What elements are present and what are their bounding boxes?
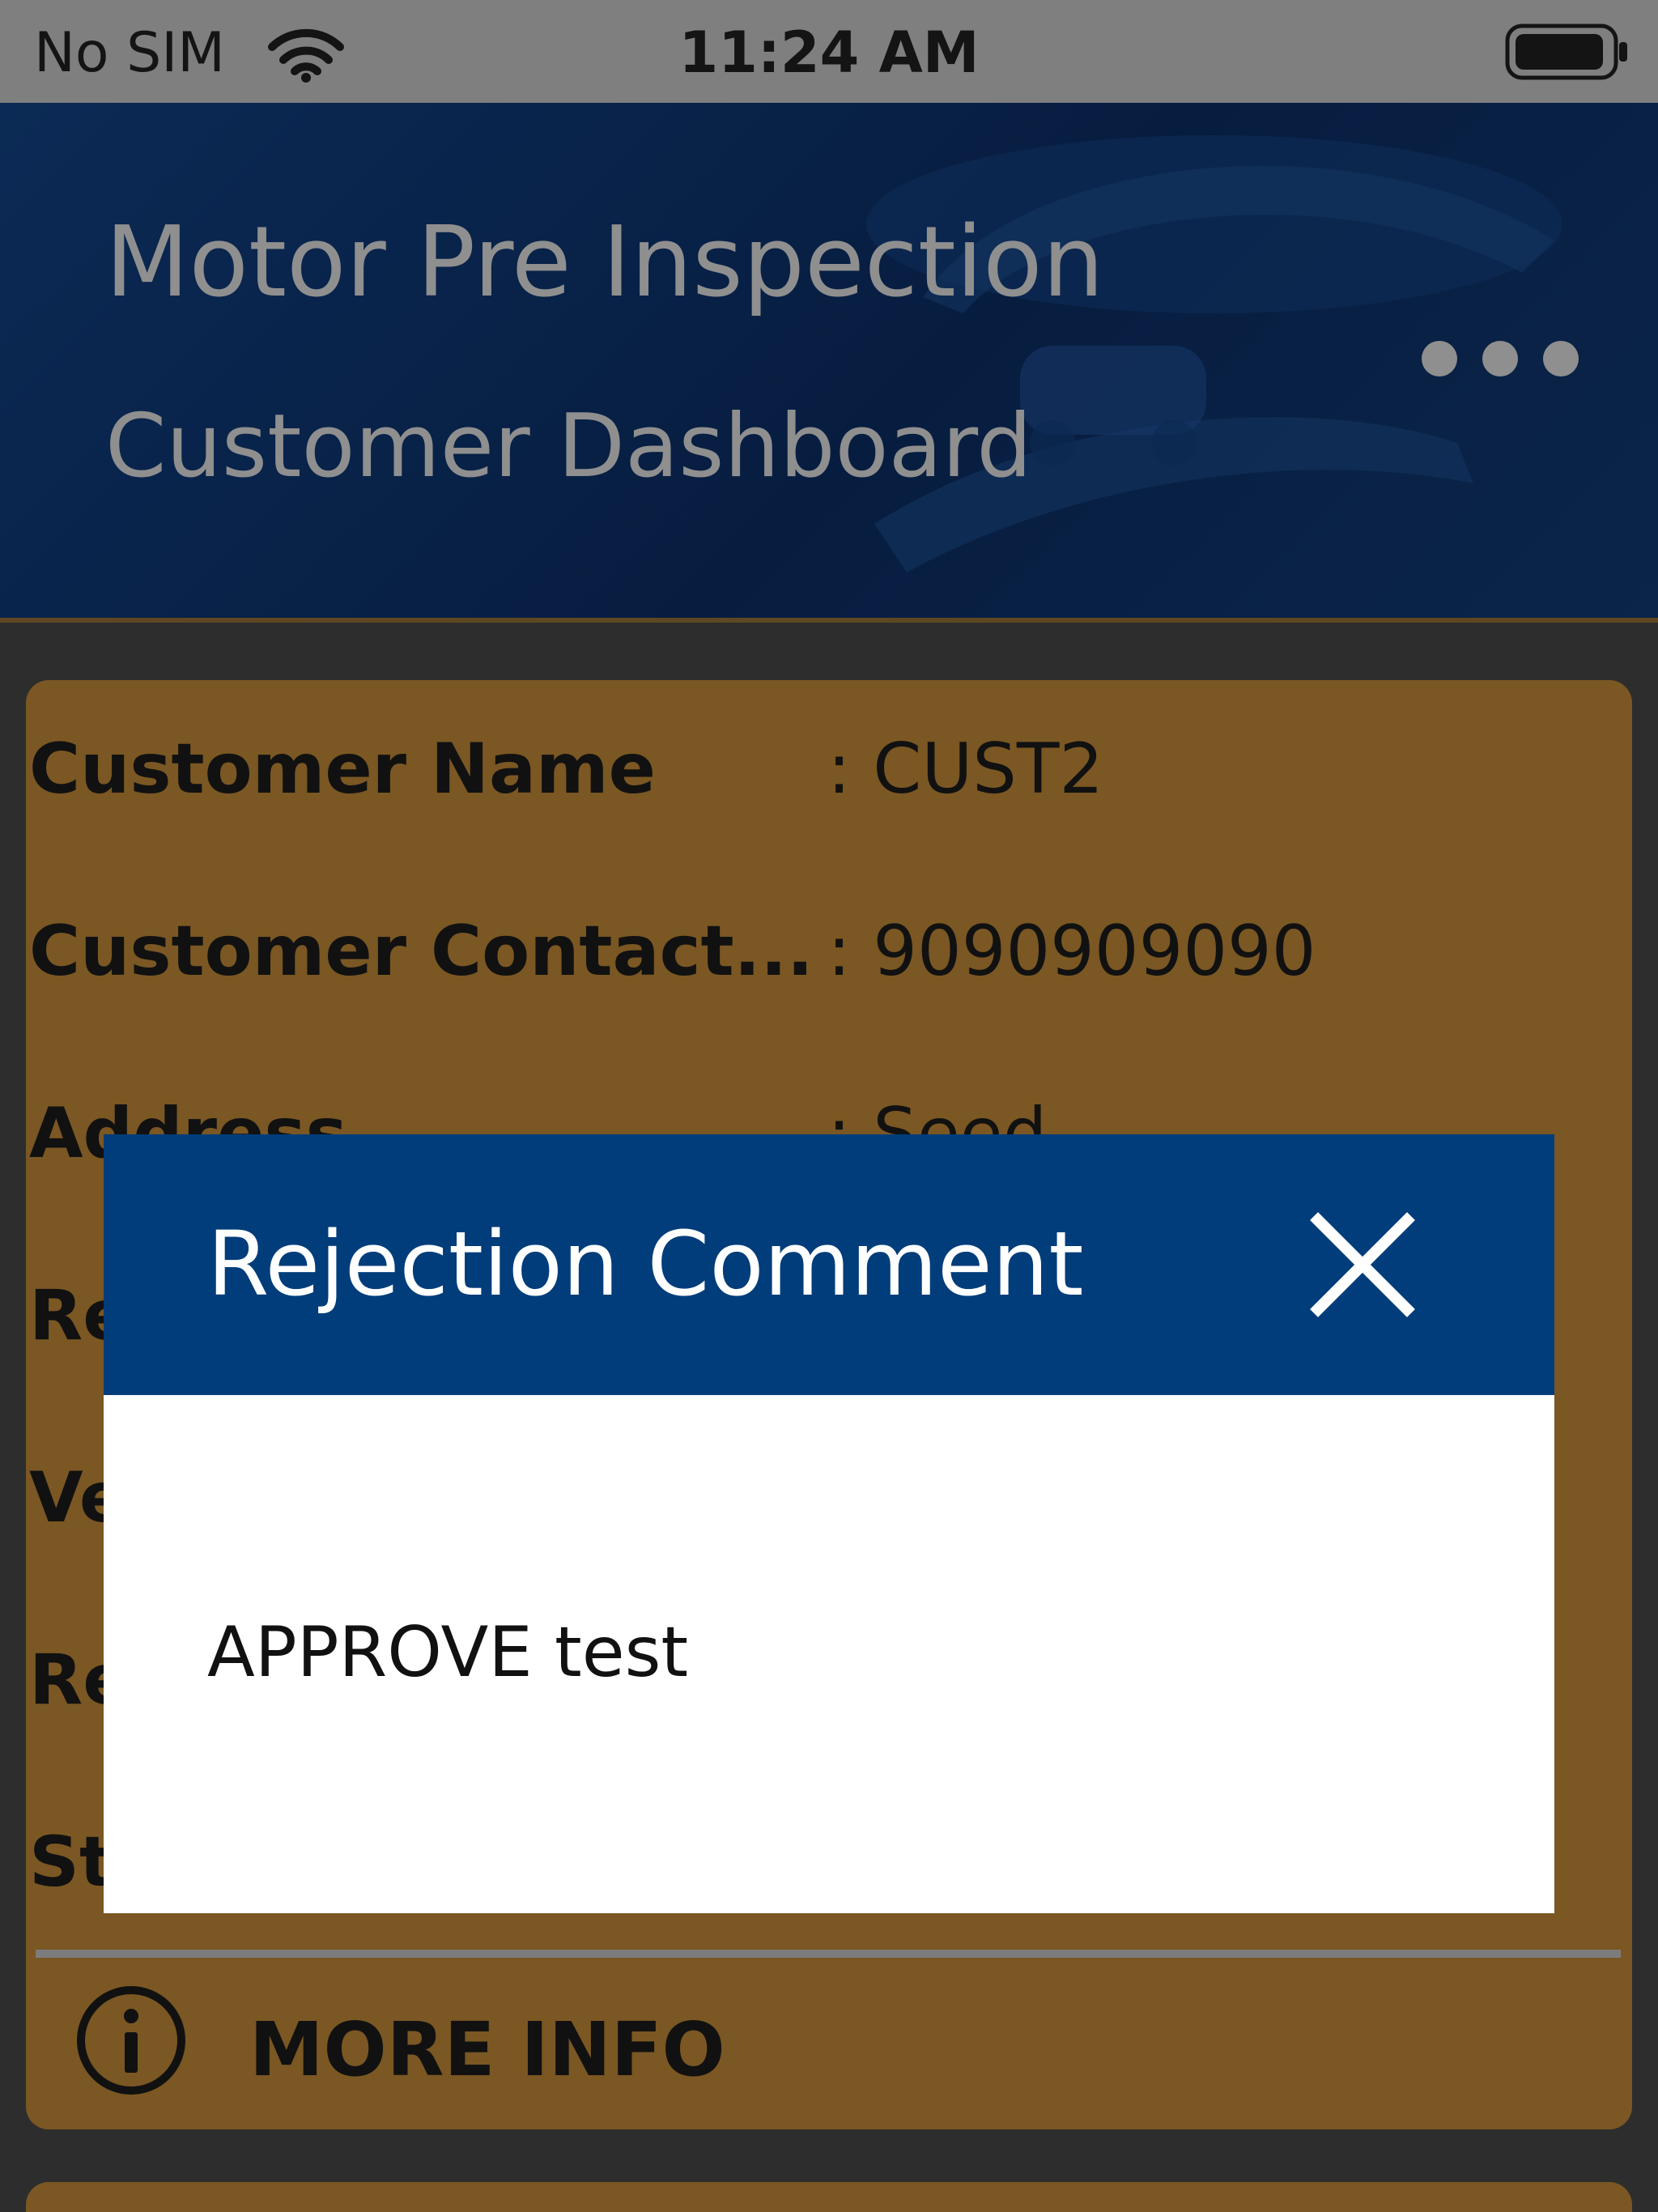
info-icon [77,1986,185,2095]
status-bar: No SIM 11:24 AM [0,0,1658,103]
close-icon[interactable] [1302,1204,1423,1325]
dialog-header: Rejection Comment [104,1134,1554,1395]
field-row: Customer Name : CUST2 [26,729,1632,842]
field-label: Customer Contact... [29,911,814,992]
header-divider [0,618,1658,623]
app-screen: No SIM 11:24 AM Motor Pre Inspection Cus… [0,0,1658,2212]
field-value: : 9090909090 [827,911,1316,992]
card-divider [36,1950,1621,1958]
more-horizontal-icon[interactable] [1415,334,1585,383]
field-row: Customer Contact... : 9090909090 [26,911,1632,1024]
rejection-comment-dialog: Rejection Comment APPROVE test [104,1134,1554,1913]
dialog-title: Rejection Comment [207,1212,1084,1316]
app-title: Motor Pre Inspection [105,206,1104,319]
field-label: St [29,1822,113,1903]
field-value: : CUST2 [827,729,1104,810]
more-info-button[interactable]: MORE INFO [74,1984,803,2105]
rejection-comment-text: APPROVE test [207,1612,689,1693]
next-customer-card [26,2182,1632,2212]
field-label: Customer Name [29,729,656,810]
insurance-hands-car-image [866,135,1562,572]
app-header: Motor Pre Inspection Customer Dashboard [0,103,1658,622]
clock-label: 11:24 AM [678,19,980,86]
battery-icon [1505,23,1627,80]
page-subtitle: Customer Dashboard [105,396,1032,497]
more-info-label: MORE INFO [249,2006,725,2093]
